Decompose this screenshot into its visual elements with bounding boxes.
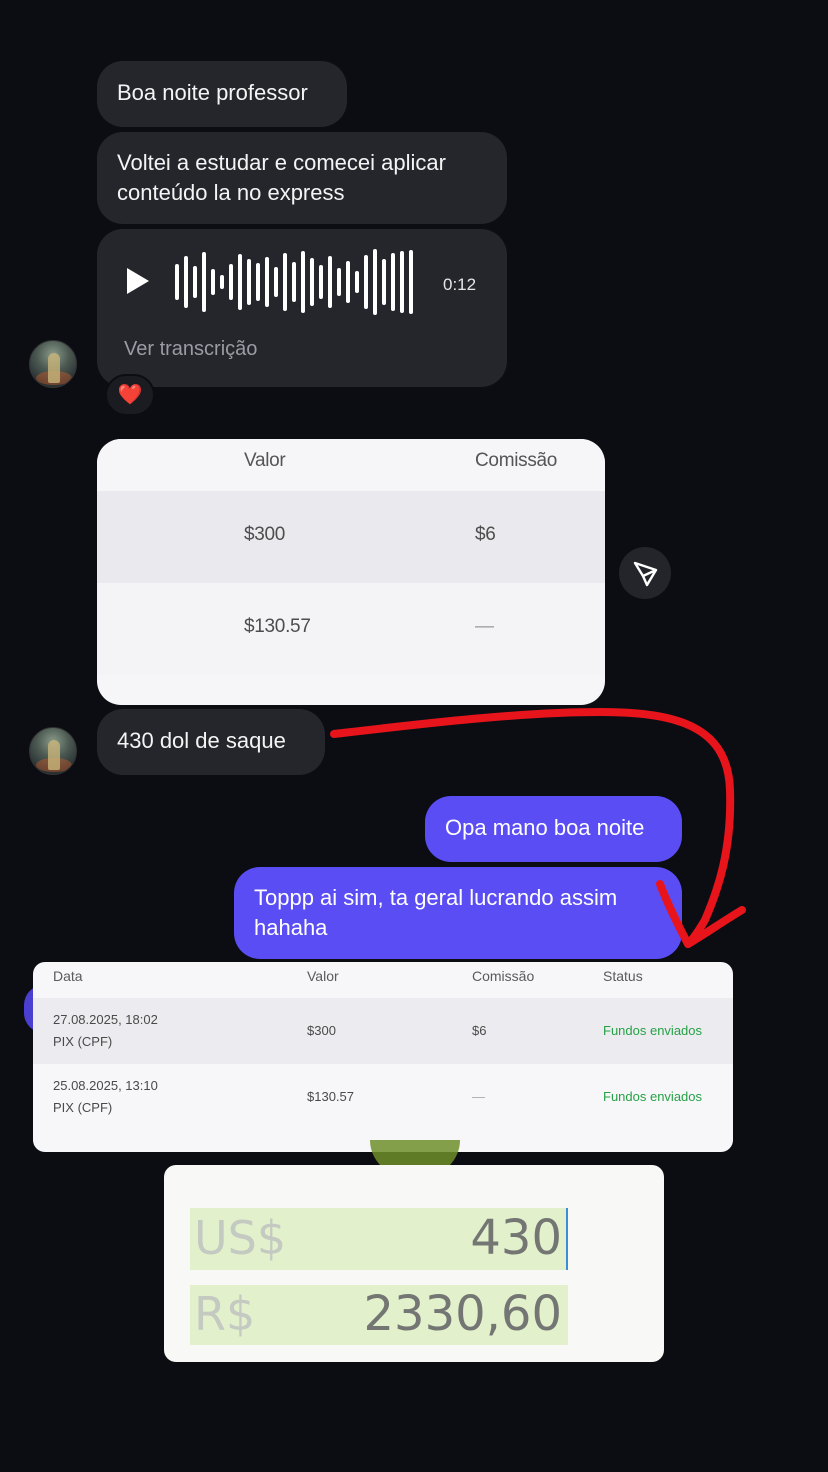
waveform-bar	[193, 266, 197, 298]
column-header-data: Data	[53, 968, 83, 984]
waveform-bar	[283, 253, 287, 311]
currency-value-brl: 2330,60	[363, 1286, 563, 1342]
outgoing-message-bubble[interactable]: Opa mano boa noite	[425, 796, 682, 862]
cell-comissao: —	[472, 1089, 485, 1104]
message-text: Opa mano boa noite	[445, 815, 645, 840]
waveform-bar	[409, 250, 413, 314]
cell-comissao: —	[475, 616, 494, 637]
currency-label-usd: US$	[194, 1211, 287, 1265]
column-header-valor: Valor	[307, 968, 339, 984]
paper-plane-icon	[633, 561, 658, 587]
currency-converter-image[interactable]: US$ 430 R$ 2330,60	[164, 1165, 664, 1362]
cell-method: PIX (CPF)	[53, 1034, 113, 1049]
waveform-bar	[175, 264, 179, 300]
waveform-bar	[256, 263, 260, 301]
waveform-bar	[265, 257, 269, 307]
currency-label-brl: R$	[194, 1287, 256, 1341]
avatar[interactable]	[29, 727, 77, 775]
message-text-line: conteúdo la no express	[117, 180, 345, 205]
column-header-status: Status	[603, 968, 643, 984]
waveform-bar	[310, 258, 314, 306]
waveform-bar	[391, 253, 395, 311]
waveform-bar	[337, 268, 341, 296]
converter-row-brl[interactable]: R$ 2330,60	[190, 1285, 568, 1345]
transcription-link[interactable]: Ver transcrição	[124, 334, 257, 364]
cell-date: 27.08.2025, 18:02	[53, 1012, 158, 1027]
avatar[interactable]	[29, 340, 77, 388]
waveform-bar	[274, 267, 278, 297]
outgoing-message-bubble[interactable]: Toppp ai sim, ta geral lucrando assim ha…	[234, 867, 682, 959]
message-bubble-study[interactable]: Voltei a estudar e comecei aplicar conte…	[97, 132, 507, 224]
table-row: 27.08.2025, 18:02 PIX (CPF) $300 $6 Fund…	[33, 998, 733, 1064]
withdrawals-table-image[interactable]: Data Valor Comissão Status 27.08.2025, 1…	[33, 962, 733, 1152]
cell-status: Fundos enviados	[603, 1023, 703, 1038]
waveform-bar	[184, 256, 188, 308]
waveform-bar	[346, 261, 350, 303]
text-cursor	[566, 1208, 568, 1270]
waveform-bar	[400, 251, 404, 313]
cell-valor: $130.57	[244, 616, 311, 637]
cell-date: 25.08.2025, 13:10	[53, 1078, 158, 1093]
column-header-valor: Valor	[244, 450, 286, 471]
cell-comissao: $6	[475, 524, 496, 545]
waveform-bar	[292, 262, 296, 302]
cell-valor: $300	[307, 1023, 336, 1038]
waveform-bar	[319, 265, 323, 299]
cell-method: PIX (CPF)	[53, 1100, 113, 1115]
waveform-bar	[301, 251, 305, 313]
table-header: Valor Comissão	[97, 439, 605, 491]
waveform-bar	[355, 271, 359, 293]
converter-row-usd[interactable]: US$ 430	[190, 1208, 568, 1270]
message-text-line: Toppp ai sim, ta geral lucrando assim	[254, 885, 618, 910]
waveform-bar	[220, 275, 224, 289]
message-bubble-withdraw[interactable]: 430 dol de saque	[97, 709, 325, 775]
cell-valor: $130.57	[307, 1089, 354, 1104]
message-text: 430 dol de saque	[117, 728, 286, 753]
column-header-comissao: Comissão	[472, 968, 535, 984]
waveform-bar	[328, 256, 332, 308]
share-button[interactable]	[619, 547, 671, 599]
waveform-bar	[373, 249, 377, 315]
heart-icon: ❤️	[117, 384, 143, 406]
waveform-bar	[202, 252, 206, 312]
waveform-bar	[238, 254, 242, 310]
table-row: $130.57 —	[97, 583, 605, 675]
cell-valor: $300	[244, 524, 286, 545]
table-row: 25.08.2025, 13:10 PIX (CPF) $130.57 — Fu…	[33, 1064, 733, 1130]
shared-table-image[interactable]: Valor Comissão $300 $6 $130.57 —	[97, 439, 605, 705]
audio-waveform[interactable]	[175, 247, 415, 317]
message-text: Boa noite professor	[117, 80, 308, 105]
waveform-bar	[382, 259, 386, 305]
message-text-line: hahaha	[254, 915, 328, 940]
audio-message-bubble[interactable]: 0:12 Ver transcrição	[97, 229, 507, 387]
table-row: $300 $6	[97, 491, 605, 583]
play-icon[interactable]	[127, 268, 149, 294]
message-text-line: Voltei a estudar e comecei aplicar	[117, 150, 446, 175]
cell-comissao: $6	[472, 1023, 487, 1038]
waveform-bar	[247, 259, 251, 305]
waveform-bar	[229, 264, 233, 300]
currency-value-usd: 430	[470, 1210, 562, 1266]
reaction-badge[interactable]: ❤️	[105, 374, 155, 416]
audio-duration: 0:12	[443, 275, 477, 294]
message-bubble-greeting[interactable]: Boa noite professor	[97, 61, 347, 127]
column-header-comissao: Comissão	[475, 450, 558, 471]
cell-status: Fundos enviados	[603, 1089, 703, 1104]
waveform-bar	[364, 255, 368, 309]
waveform-bar	[211, 269, 215, 295]
